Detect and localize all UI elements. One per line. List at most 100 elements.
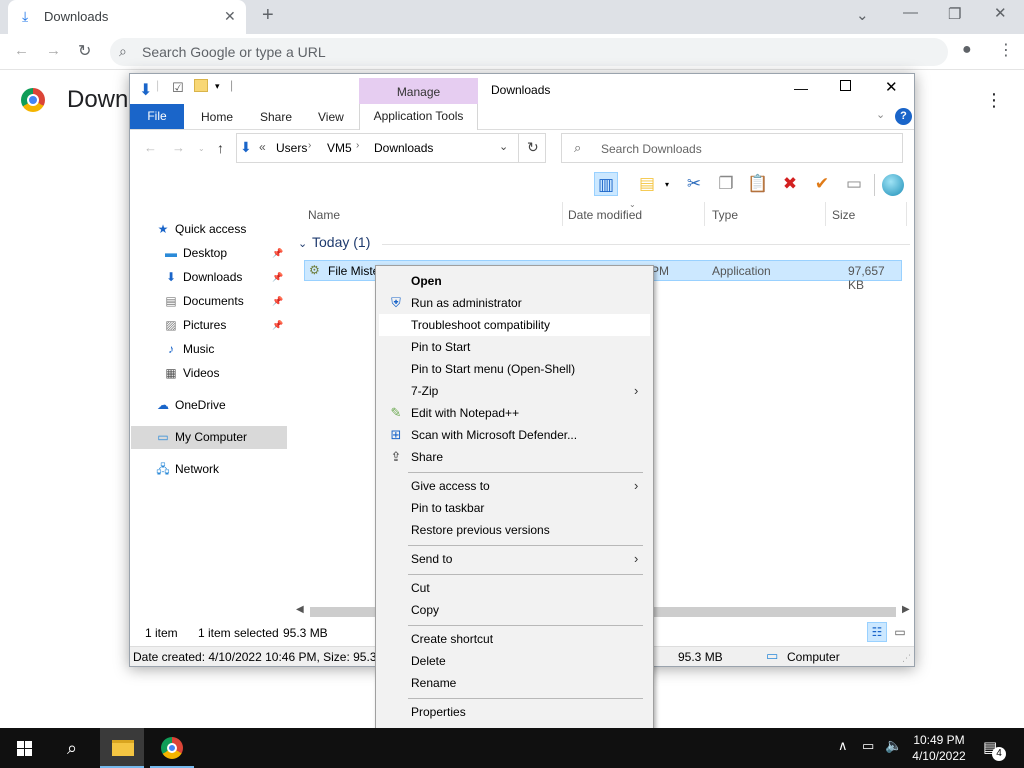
menu-item-7zip[interactable]: 7-Zip › [379, 380, 650, 402]
clock[interactable]: 10:49 PM 4/10/2022 [900, 732, 978, 764]
up-icon[interactable]: ↑ [217, 140, 224, 156]
new-tab-icon[interactable]: + [262, 4, 274, 27]
paste-icon[interactable]: 📋 [746, 172, 770, 196]
chevron-right-icon[interactable]: › [308, 140, 311, 151]
close-icon[interactable]: ✕ [885, 78, 898, 96]
sort-indicator-icon: ⌄ [629, 200, 636, 209]
tab-share[interactable]: Share [260, 110, 292, 124]
forward-icon[interactable]: → [172, 140, 185, 155]
restore-icon[interactable]: ❐ [948, 5, 961, 23]
page-menu-icon[interactable]: ⋮ [985, 90, 1003, 111]
scroll-right-icon[interactable]: ▶ [902, 604, 910, 615]
search-input[interactable]: ⌕ Search Downloads [561, 133, 903, 163]
menu-item-rename[interactable]: Rename [379, 672, 650, 694]
address-dropdown-icon[interactable]: ⌄ [499, 140, 508, 153]
menu-label: Edit with Notepad++ [411, 406, 520, 420]
breadcrumb-users[interactable]: Users [276, 141, 307, 155]
menu-item-pin-taskbar[interactable]: Pin to taskbar [379, 497, 650, 519]
nav-videos[interactable]: ▦ Videos [130, 362, 288, 385]
taskbar-file-explorer[interactable] [100, 728, 144, 768]
back-icon[interactable]: ← [14, 42, 29, 59]
nav-onedrive[interactable]: ☁ OneDrive [130, 394, 288, 417]
back-icon[interactable]: ← [144, 140, 157, 155]
close-window-icon[interactable]: ✕ [994, 4, 1007, 22]
tab-application-tools[interactable]: Application Tools [359, 104, 478, 130]
nav-pictures[interactable]: ▨ Pictures 📌 [130, 314, 288, 337]
nav-my-computer[interactable]: ▭ My Computer [131, 426, 287, 449]
reload-icon[interactable]: ↻ [78, 41, 91, 61]
menu-item-delete[interactable]: Delete [379, 650, 650, 672]
menu-item-share[interactable]: ⇪ Share [379, 446, 650, 468]
menu-item-send-to[interactable]: Send to › [379, 548, 650, 570]
column-date[interactable]: Date modified [568, 208, 642, 222]
scroll-left-icon[interactable]: ◀ [296, 604, 304, 615]
menu-item-run-as-admin[interactable]: ⛨ Run as administrator [379, 292, 650, 314]
show-hidden-icons[interactable]: ∧ [838, 738, 848, 754]
properties-qa-icon[interactable]: ☑ [172, 80, 184, 96]
new-folder-icon[interactable] [194, 79, 208, 92]
menu-item-open[interactable]: Open [379, 270, 650, 292]
delete-icon[interactable]: ✖ [778, 172, 802, 196]
breadcrumb-vm5[interactable]: VM5 [327, 141, 352, 155]
tab-view[interactable]: View [318, 110, 344, 124]
menu-item-pin-start[interactable]: Pin to Start [379, 336, 650, 358]
resize-grip-icon[interactable]: ⋰ [902, 653, 911, 664]
menu-item-notepad[interactable]: ✎ Edit with Notepad++ [379, 402, 650, 424]
network-globe-icon[interactable] [882, 174, 904, 196]
column-name[interactable]: Name [308, 208, 340, 222]
nav-documents[interactable]: ▤ Documents 📌 [130, 290, 288, 313]
network-tray-icon[interactable]: ▭ [862, 738, 874, 754]
maximize-icon[interactable] [840, 80, 851, 91]
forward-icon[interactable]: → [46, 42, 61, 59]
chevron-right-icon[interactable]: › [356, 140, 359, 151]
minimize-icon[interactable]: — [903, 4, 918, 21]
column-type[interactable]: Type [712, 208, 738, 222]
menu-item-properties[interactable]: Properties [379, 701, 650, 723]
tab-file[interactable]: File [130, 104, 184, 129]
menu-item-give-access[interactable]: Give access to › [379, 475, 650, 497]
menu-item-create-shortcut[interactable]: Create shortcut [379, 628, 650, 650]
profile-icon[interactable]: ● [962, 41, 972, 59]
copy-icon[interactable]: ❐ [714, 172, 738, 196]
close-tab-icon[interactable]: ✕ [224, 8, 236, 25]
group-header[interactable]: Today (1) [312, 234, 370, 250]
search-button[interactable]: ⌕ [50, 728, 94, 768]
menu-item-copy[interactable]: Copy [379, 599, 650, 621]
tab-search-icon[interactable]: ⌄ [856, 6, 869, 24]
menu-item-troubleshoot[interactable]: Troubleshoot compatibility [379, 314, 650, 336]
refresh-icon[interactable]: ↻ [527, 139, 539, 156]
collapse-group-icon[interactable]: ⌄ [298, 237, 307, 250]
rename-icon[interactable]: ▭ [842, 172, 866, 196]
column-size[interactable]: Size [832, 208, 855, 222]
start-button[interactable] [2, 728, 46, 768]
help-icon[interactable]: ? [895, 108, 912, 125]
preview-pane-icon[interactable]: ▥ [594, 172, 618, 196]
menu-item-pin-start-menu[interactable]: Pin to Start menu (Open-Shell) [379, 358, 650, 380]
menu-icon[interactable]: ⋮ [998, 40, 1014, 60]
cut-icon[interactable]: ✂ [682, 172, 706, 196]
address-bar[interactable]: ⬇ « Users › VM5 › Downloads ⌄ ↻ [236, 133, 546, 163]
nav-label: My Computer [175, 430, 248, 444]
qa-dropdown-icon[interactable]: ▾ [215, 81, 220, 92]
recent-locations-icon[interactable]: ⌄ [198, 144, 205, 153]
folder-options-icon[interactable]: ▤ [635, 172, 659, 196]
nav-network[interactable]: 🖧 Network [130, 458, 288, 481]
breadcrumb-downloads[interactable]: Downloads [374, 141, 433, 155]
nav-quick-access[interactable]: ★ Quick access [130, 218, 288, 241]
nav-music[interactable]: ♪ Music [130, 338, 288, 361]
nav-downloads[interactable]: ⬇ Downloads 📌 [130, 266, 288, 289]
views-dropdown-icon[interactable]: ▾ [665, 180, 669, 189]
browser-tab[interactable]: ⤓ Downloads ✕ [8, 0, 246, 34]
details-view-icon[interactable]: ☷ [867, 622, 887, 642]
menu-item-defender[interactable]: ⊞ Scan with Microsoft Defender... [379, 424, 650, 446]
menu-item-cut[interactable]: Cut [379, 577, 650, 599]
large-icons-view-icon[interactable]: ▭ [890, 622, 910, 642]
properties-check-icon[interactable]: ✔ [810, 172, 834, 196]
taskbar-chrome[interactable] [150, 728, 194, 768]
expand-ribbon-icon[interactable]: ⌄ [876, 108, 885, 121]
details-size: 95.3 MB [678, 650, 723, 664]
menu-item-restore[interactable]: Restore previous versions [379, 519, 650, 541]
minimize-icon[interactable]: — [794, 80, 808, 96]
tab-home[interactable]: Home [201, 110, 233, 124]
nav-desktop[interactable]: ▬ Desktop 📌 [130, 242, 288, 265]
